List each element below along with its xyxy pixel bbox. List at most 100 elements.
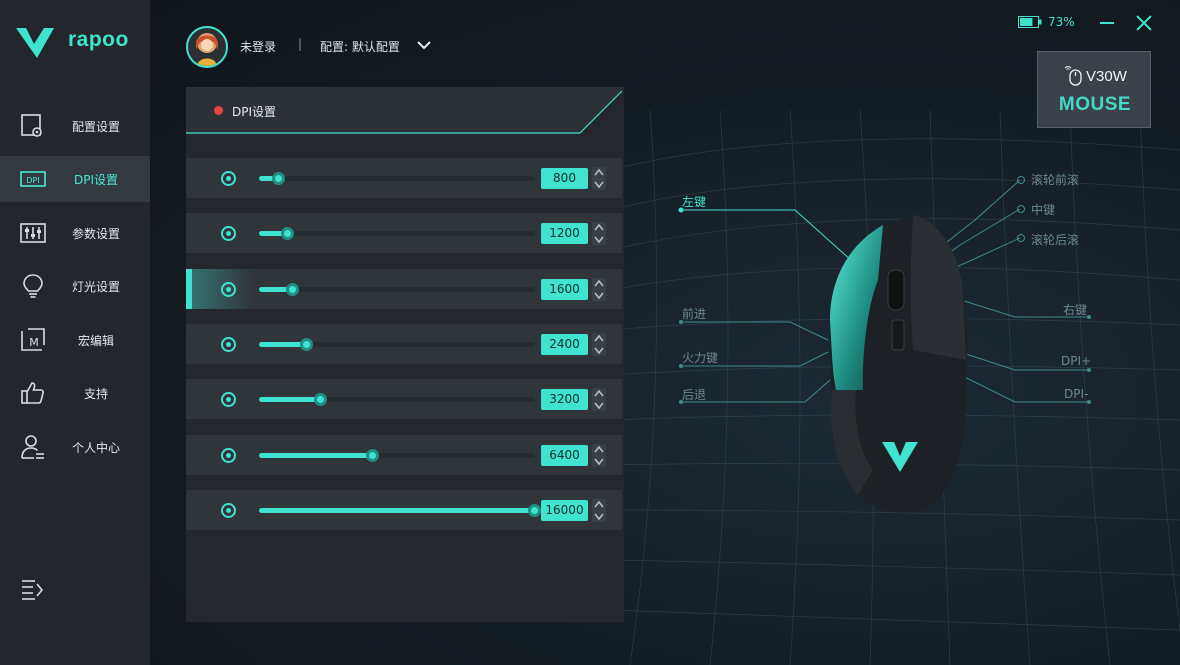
- chevron-down-icon[interactable]: [592, 290, 606, 301]
- label-middle-button[interactable]: 中键: [1031, 201, 1055, 218]
- dpi-value-field[interactable]: 800: [541, 168, 588, 189]
- lightbulb-icon: [23, 274, 43, 298]
- rapoo-v-logo-icon: [16, 28, 54, 58]
- collapse-menu-icon[interactable]: [20, 578, 44, 600]
- dpi-stepper[interactable]: [592, 277, 606, 301]
- chevron-up-icon[interactable]: [592, 499, 606, 510]
- dpi-level-row[interactable]: 1200: [186, 213, 622, 254]
- dpi-value-field[interactable]: 3200: [541, 389, 588, 411]
- dpi-stepper[interactable]: [592, 332, 606, 356]
- dpi-level-row[interactable]: 800: [186, 158, 622, 198]
- dpi-slider-handle[interactable]: [286, 282, 299, 296]
- dpi-value-field[interactable]: 16000: [541, 499, 588, 521]
- dpi-level-row[interactable]: 1600: [186, 268, 622, 309]
- chevron-up-icon[interactable]: [592, 388, 606, 399]
- device-model: V30W: [1086, 68, 1127, 85]
- dpi-slider-handle[interactable]: [272, 172, 285, 185]
- minimize-icon[interactable]: [1098, 14, 1116, 32]
- label-left-button[interactable]: 左键: [682, 193, 706, 210]
- dpi-slider-fill: [259, 507, 534, 513]
- chevron-down-icon[interactable]: [592, 511, 606, 522]
- sidebar-item-label: 灯光设置: [71, 279, 120, 294]
- chevron-up-icon[interactable]: [592, 222, 606, 233]
- dpi-slider-handle[interactable]: [528, 503, 541, 517]
- label-scroll-down[interactable]: 滚轮后滚: [1031, 231, 1079, 248]
- sidebar-item-label: 参数设置: [71, 226, 120, 241]
- user-avatar[interactable]: [186, 26, 228, 68]
- wireless-mouse-icon: [1064, 66, 1082, 86]
- dpi-slider-handle[interactable]: [314, 393, 327, 407]
- label-scroll-up[interactable]: 滚轮前滚: [1031, 171, 1079, 188]
- chevron-down-icon[interactable]: [592, 179, 606, 190]
- chevron-down-icon[interactable]: [592, 345, 606, 356]
- chevron-down-icon[interactable]: [416, 38, 432, 52]
- sidebar-item-lighting-settings[interactable]: 灯光设置: [0, 263, 150, 309]
- chevron-down-icon[interactable]: [592, 400, 606, 411]
- dpi-slider-track[interactable]: [259, 448, 535, 462]
- label-dpi-minus[interactable]: DPI-: [1064, 387, 1088, 401]
- label-fire-button[interactable]: 火力键: [682, 349, 718, 366]
- sidebar-item-macro-editor[interactable]: M 宏编辑: [0, 317, 150, 363]
- sidebar-item-personal-center[interactable]: 个人中心: [0, 424, 150, 470]
- sliders-icon: [20, 223, 46, 243]
- dpi-slider-track[interactable]: [259, 227, 535, 241]
- dpi-level-radio[interactable]: [221, 171, 236, 186]
- dpi-stepper[interactable]: [592, 167, 606, 190]
- dpi-slider-handle[interactable]: [366, 448, 379, 462]
- label-right-button[interactable]: 右键: [1063, 301, 1087, 318]
- dpi-stepper[interactable]: [592, 222, 606, 246]
- chevron-down-icon[interactable]: [592, 456, 606, 467]
- close-icon[interactable]: [1135, 14, 1153, 32]
- header-separator: |: [298, 37, 303, 51]
- dpi-stepper[interactable]: [592, 498, 606, 522]
- dpi-level-radio[interactable]: [221, 226, 236, 242]
- rapoo-logo: rapoo: [14, 24, 144, 64]
- dpi-level-radio[interactable]: [221, 281, 236, 297]
- dpi-level-row[interactable]: 16000: [186, 489, 622, 530]
- sidebar-item-profile-settings[interactable]: 配置设置: [0, 103, 150, 149]
- dpi-slider-track[interactable]: [259, 337, 535, 351]
- chevron-up-icon[interactable]: [592, 444, 606, 455]
- dpi-level-row[interactable]: 3200: [186, 379, 622, 420]
- dpi-slider-fill: [259, 341, 306, 347]
- dpi-slider-handle[interactable]: [281, 227, 294, 241]
- chevron-up-icon[interactable]: [592, 278, 606, 289]
- sidebar-item-label: 个人中心: [71, 440, 120, 455]
- dpi-value-field[interactable]: 6400: [541, 444, 588, 466]
- dpi-level-row[interactable]: 6400: [186, 434, 622, 475]
- dpi-slider-handle[interactable]: [300, 337, 313, 351]
- dpi-stepper[interactable]: [592, 388, 606, 412]
- sidebar-item-parameter-settings[interactable]: 参数设置: [0, 210, 150, 256]
- dpi-slider-track[interactable]: [259, 393, 535, 407]
- chevron-down-icon[interactable]: [592, 234, 606, 245]
- dpi-level-radio[interactable]: [221, 447, 236, 463]
- dpi-value-field[interactable]: 1600: [541, 278, 588, 300]
- label-dpi-plus[interactable]: DPI+: [1061, 354, 1091, 368]
- status-dot: [214, 106, 223, 115]
- sidebar-item-label: 支持: [83, 386, 108, 401]
- dpi-slider-track[interactable]: [259, 503, 541, 517]
- dpi-level-radio[interactable]: [221, 502, 236, 518]
- dpi-slider-fill: [259, 452, 372, 458]
- dpi-level-row[interactable]: 2400: [186, 323, 622, 364]
- dpi-slider-track[interactable]: [259, 172, 535, 185]
- sidebar-item-support[interactable]: 支持: [0, 370, 150, 416]
- chevron-up-icon[interactable]: [592, 167, 606, 178]
- device-card[interactable]: V30W MOUSE: [1037, 51, 1151, 128]
- label-forward-button[interactable]: 前进: [682, 305, 706, 322]
- macro-icon-text: M: [29, 336, 39, 349]
- login-status[interactable]: 未登录: [240, 38, 276, 55]
- panel-title: DPI设置: [232, 105, 277, 119]
- dpi-value-field[interactable]: 2400: [541, 333, 588, 355]
- chevron-up-icon[interactable]: [592, 333, 606, 344]
- label-back-button[interactable]: 后退: [682, 386, 706, 403]
- dpi-slider-track[interactable]: [259, 282, 535, 296]
- dpi-stepper[interactable]: [592, 443, 606, 467]
- dpi-level-radio[interactable]: [221, 392, 236, 408]
- dpi-value-field[interactable]: 1200: [541, 223, 588, 245]
- dpi-level-radio[interactable]: [221, 336, 236, 352]
- user-icon: [21, 435, 44, 459]
- config-selector-label[interactable]: 配置: 默认配置: [320, 38, 400, 55]
- mouse-image: [830, 215, 968, 513]
- sidebar-item-dpi-settings[interactable]: DPI DPI设置: [0, 156, 150, 202]
